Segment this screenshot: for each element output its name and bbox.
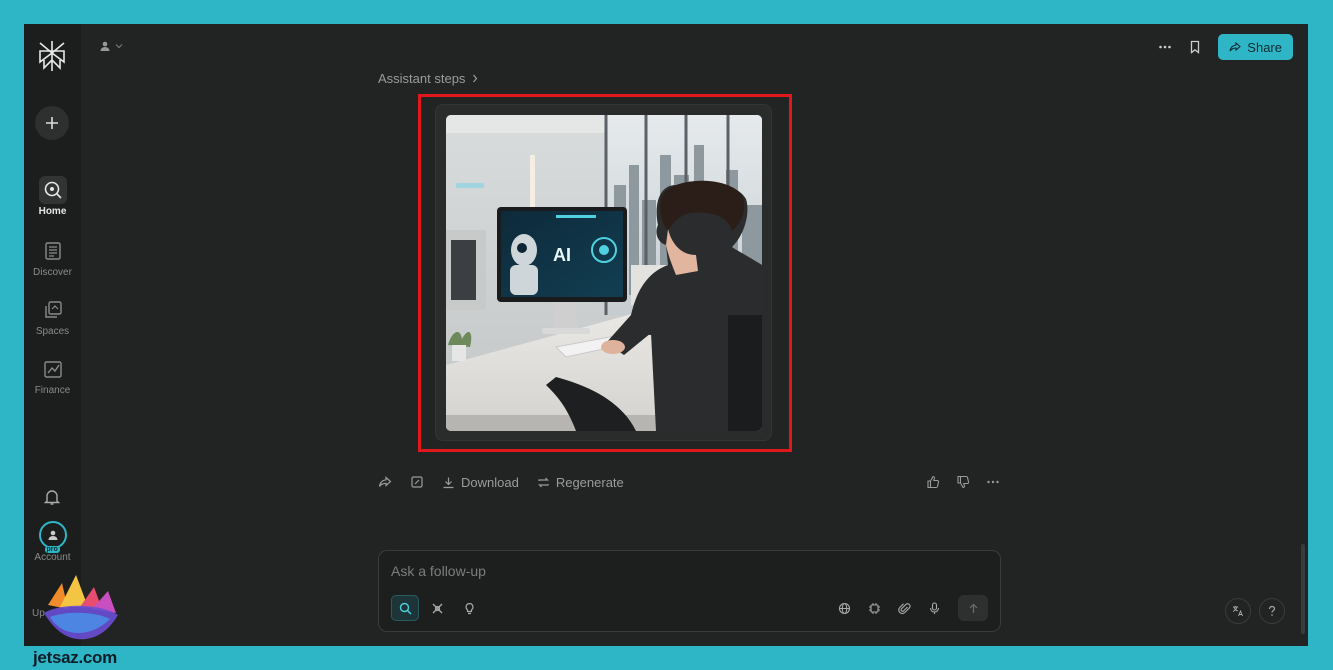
perplexity-logo[interactable] xyxy=(37,40,67,72)
regenerate-button[interactable]: Regenerate xyxy=(537,475,624,490)
nav-label-discover: Discover xyxy=(33,267,72,278)
assistant-steps-label: Assistant steps xyxy=(378,71,466,86)
bookmark-icon[interactable] xyxy=(1188,40,1202,54)
account-label: Account xyxy=(34,552,71,563)
download-icon xyxy=(443,477,454,488)
assistant-steps-toggle[interactable]: Assistant steps xyxy=(378,71,479,86)
regenerate-label: Regenerate xyxy=(555,474,624,490)
share-button[interactable]: Share xyxy=(1218,34,1293,60)
user-icon xyxy=(48,530,57,540)
nav-label-spaces: Spaces xyxy=(35,326,70,337)
research-mode-button[interactable] xyxy=(423,595,451,621)
share-label: Share xyxy=(1247,39,1282,55)
lightbulb-icon xyxy=(465,602,473,614)
model-selector-button[interactable] xyxy=(860,595,888,621)
translate-icon xyxy=(1232,606,1243,617)
language-button[interactable] xyxy=(1225,598,1251,624)
answer-actions: Download Regenerate xyxy=(378,474,1000,490)
follow-up-box xyxy=(378,550,1001,632)
user-icon xyxy=(100,41,110,51)
pro-badge: pro xyxy=(44,546,60,553)
watermark-text: jetsaz.com xyxy=(33,648,117,667)
attach-button[interactable] xyxy=(890,595,918,621)
input-tools xyxy=(830,595,988,621)
more-options-icon[interactable] xyxy=(1158,40,1172,54)
question-mark-icon xyxy=(1268,605,1276,616)
plus-icon xyxy=(46,117,58,129)
share-icon xyxy=(1229,41,1242,52)
space-selector[interactable] xyxy=(99,40,123,52)
share-answer-button[interactable] xyxy=(378,475,392,489)
thumbs-down-icon[interactable] xyxy=(956,475,970,489)
nav-label-home: Home xyxy=(38,206,67,217)
feedback-actions xyxy=(926,475,1000,489)
newspaper-icon xyxy=(39,237,67,265)
edit-image-button[interactable] xyxy=(410,475,424,489)
forward-arrow-icon xyxy=(378,476,392,487)
search-icon xyxy=(399,602,411,614)
globe-icon xyxy=(838,602,850,614)
notifications-bell-icon[interactable] xyxy=(43,488,61,506)
arrow-up-icon xyxy=(969,603,977,613)
spaces-icon xyxy=(39,296,67,324)
avatar: pro xyxy=(38,521,67,553)
nav-item-discover[interactable]: Discover xyxy=(24,237,81,278)
sources-button[interactable] xyxy=(830,595,858,621)
chevron-down-icon xyxy=(115,44,123,49)
chart-line-icon xyxy=(39,355,67,383)
help-button[interactable] xyxy=(1259,598,1285,624)
nav-label-finance: Finance xyxy=(34,385,71,396)
thumbs-up-icon[interactable] xyxy=(926,475,940,489)
nav-item-finance[interactable]: Finance xyxy=(24,355,81,396)
research-icon xyxy=(432,603,442,613)
follow-up-input[interactable] xyxy=(391,561,981,581)
labs-mode-button[interactable] xyxy=(455,595,483,621)
nav-item-home[interactable]: Home xyxy=(24,176,81,217)
header-actions: Share xyxy=(1158,34,1293,60)
microphone-icon xyxy=(929,601,939,614)
sidebar: Home Discover Spaces Finance pro Account… xyxy=(24,24,81,646)
scrollbar[interactable] xyxy=(1301,544,1305,634)
paperclip-icon xyxy=(897,602,911,614)
search-mode-button[interactable] xyxy=(391,595,419,621)
new-thread-button[interactable] xyxy=(35,106,69,140)
repeat-icon xyxy=(537,477,549,487)
chevron-right-icon xyxy=(473,74,478,83)
app-window: Home Discover Spaces Finance pro Account… xyxy=(24,24,1308,646)
download-label: Download xyxy=(461,474,519,490)
cpu-icon xyxy=(868,602,880,614)
nav-item-spaces[interactable]: Spaces xyxy=(24,296,81,337)
search-mode-toggle xyxy=(391,595,483,621)
watermark-logo xyxy=(40,573,120,643)
account-menu[interactable]: pro Account xyxy=(24,521,81,563)
search-home-icon xyxy=(38,176,67,204)
image-highlight-frame xyxy=(418,94,792,452)
main-content: Share Assistant steps AI Download Regene… xyxy=(81,24,1308,646)
more-options-icon[interactable] xyxy=(986,475,1000,489)
submit-button[interactable] xyxy=(958,595,988,621)
download-button[interactable]: Download xyxy=(442,475,519,490)
edit-square-icon xyxy=(411,476,423,488)
voice-input-button[interactable] xyxy=(920,595,948,621)
